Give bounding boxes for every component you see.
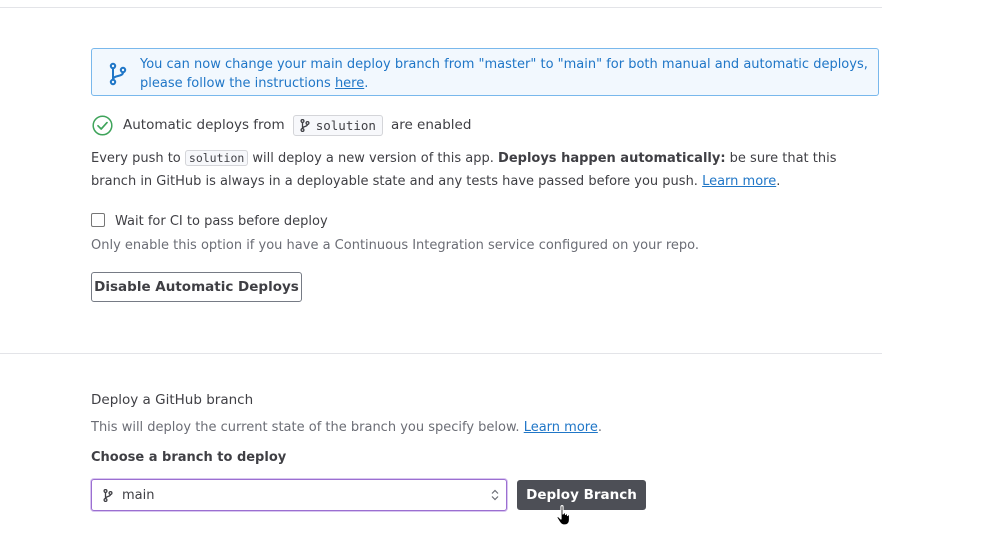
- disable-automatic-deploys-button[interactable]: Disable Automatic Deploys: [91, 272, 302, 302]
- notice-here-link[interactable]: here: [335, 76, 364, 91]
- auto-deploy-status: Automatic deploys from solution are enab…: [92, 114, 471, 136]
- manual-deploy-description: This will deploy the current state of th…: [91, 420, 602, 435]
- branch-rename-notice: You can now change your main deploy bran…: [91, 48, 879, 96]
- auto-deploy-description: Every push to solution will deploy a new…: [91, 150, 837, 189]
- wait-for-ci-row[interactable]: Wait for CI to pass before deploy: [91, 212, 328, 229]
- branch-icon: [103, 488, 113, 502]
- branch-select[interactable]: main: [91, 479, 507, 511]
- wait-for-ci-checkbox[interactable]: [91, 212, 105, 227]
- top-divider: [0, 7, 882, 8]
- auto-deploy-branch-name: solution: [315, 117, 376, 133]
- auto-deploy-learn-more-link[interactable]: Learn more: [702, 174, 776, 189]
- auto-deploy-branch-pill: solution: [292, 114, 383, 136]
- auto-deploy-suffix: are enabled: [390, 117, 472, 133]
- inline-branch-code: solution: [184, 150, 249, 166]
- selected-branch-value: main: [122, 487, 155, 503]
- select-arrows-icon: [491, 489, 499, 501]
- section-divider: [0, 353, 882, 354]
- wait-for-ci-label[interactable]: Wait for CI to pass before deploy: [115, 214, 328, 229]
- deploys-automatic-bold: Deploys happen automatically:: [498, 151, 726, 166]
- manual-deploy-learn-more-link[interactable]: Learn more: [524, 420, 598, 435]
- check-circle-icon: [92, 114, 113, 136]
- hand-cursor-icon: [556, 505, 571, 526]
- deploy-branch-button[interactable]: Deploy Branch: [517, 480, 646, 510]
- choose-branch-label: Choose a branch to deploy: [91, 450, 287, 465]
- wait-for-ci-hint: Only enable this option if you have a Co…: [91, 238, 700, 253]
- manual-deploy-title: Deploy a GitHub branch: [91, 392, 254, 408]
- notice-text: You can now change your main deploy bran…: [140, 57, 868, 91]
- branch-icon: [109, 62, 127, 86]
- branch-icon: [300, 118, 310, 132]
- auto-deploy-prefix: Automatic deploys from: [123, 117, 285, 133]
